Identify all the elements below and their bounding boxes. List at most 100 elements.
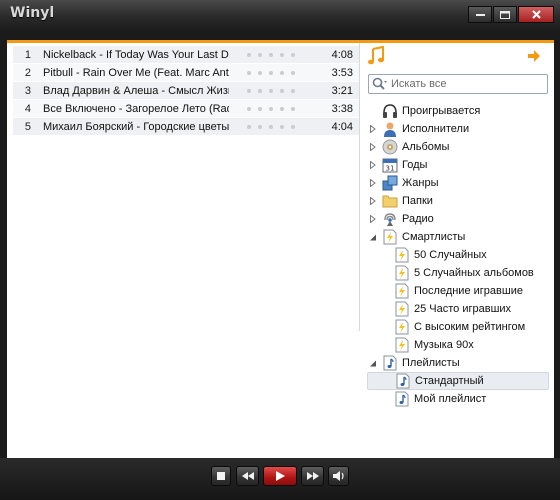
playlist-item[interactable]: Мой плейлист <box>367 390 549 408</box>
tree-item-label: Проигрывается <box>402 105 481 117</box>
tree-item-label: Годы <box>402 159 428 171</box>
track-number: 5 <box>24 120 31 133</box>
play-button[interactable] <box>263 466 297 486</box>
tree-item-label: Смартлисты <box>402 231 466 243</box>
search-input[interactable] <box>391 78 541 90</box>
expand-arrow-icon[interactable] <box>367 156 379 174</box>
track-duration: 3:53 <box>331 66 353 79</box>
maximize-icon <box>500 10 510 19</box>
rating-stars[interactable] <box>229 88 313 93</box>
volume-button[interactable] <box>328 466 349 486</box>
title-bar[interactable]: Winyl <box>0 0 560 30</box>
track-list[interactable]: 1 Nickelback - If Today Was Your Last Da… <box>13 46 359 136</box>
track-duration: 3:21 <box>331 84 353 97</box>
track-title: Влад Дарвин & Алеша - Смысл Жизни <box>43 84 229 97</box>
table-row[interactable]: 5 Михаил Боярский - Городские цветы 4:04 <box>13 118 359 136</box>
player-controls <box>0 458 560 500</box>
playlist-icon <box>395 373 411 389</box>
collapse-arrow-icon[interactable] <box>367 228 379 246</box>
tree-item-label: Жанры <box>402 177 439 189</box>
tree-item-now-playing[interactable]: Проигрывается <box>367 102 549 120</box>
music-note-icon[interactable] <box>367 46 385 66</box>
smartlist-item[interactable]: 50 Случайных <box>367 246 549 264</box>
next-button[interactable] <box>301 466 324 486</box>
window-title: Winyl <box>10 5 55 21</box>
previous-icon <box>241 472 254 480</box>
arrow-right-icon[interactable] <box>527 50 541 62</box>
panel-divider[interactable] <box>359 43 360 331</box>
expand-arrow-icon[interactable] <box>367 138 379 156</box>
smartlist-icon <box>382 229 398 245</box>
previous-button[interactable] <box>236 466 259 486</box>
smartlist-icon <box>394 283 410 299</box>
tree-item-smartlists[interactable]: Смартлисты <box>367 228 549 246</box>
expand-arrow-icon[interactable] <box>367 210 379 228</box>
tree-item-label: Радио <box>402 213 434 225</box>
smartlist-icon <box>394 337 410 353</box>
library-tree: Проигрывается Исполнители Альбомы 31 Год… <box>367 102 549 408</box>
minimize-button[interactable] <box>468 6 492 23</box>
expand-arrow-icon[interactable] <box>367 120 379 138</box>
expand-arrow-icon[interactable] <box>367 174 379 192</box>
stop-button[interactable] <box>211 466 231 486</box>
playlist-item-selected[interactable]: Стандартный <box>367 372 549 390</box>
main-panel: 1 Nickelback - If Today Was Your Last Da… <box>7 40 554 458</box>
search-icon <box>372 77 387 90</box>
table-row[interactable]: 1 Nickelback - If Today Was Your Last Da… <box>13 46 359 64</box>
tree-item-label: Мой плейлист <box>414 393 487 405</box>
playlist-icon <box>382 355 398 371</box>
track-duration: 4:04 <box>331 120 353 133</box>
next-icon <box>306 472 319 480</box>
tree-item-label: 25 Часто игравших <box>414 303 512 315</box>
rating-stars[interactable] <box>229 106 313 111</box>
folder-icon <box>382 193 398 209</box>
playlist-icon <box>394 391 410 407</box>
table-row[interactable]: 3 Влад Дарвин & Алеша - Смысл Жизни 3:21 <box>13 82 359 100</box>
play-icon <box>275 471 285 481</box>
cubes-icon <box>382 175 398 191</box>
window-controls <box>467 6 554 23</box>
collapse-arrow-icon[interactable] <box>367 354 379 372</box>
smartlist-item[interactable]: Последние игравшие <box>367 282 549 300</box>
minimize-icon <box>475 13 485 16</box>
tree-item-label: Стандартный <box>415 375 484 387</box>
table-row[interactable]: 4 Все Включено - Загорелое Лето (Radio E… <box>13 100 359 118</box>
rating-stars[interactable] <box>229 52 313 57</box>
close-button[interactable] <box>518 6 554 23</box>
headphones-icon <box>382 103 398 119</box>
tree-item-label: 50 Случайных <box>414 249 487 261</box>
tree-item-label: Альбомы <box>402 141 450 153</box>
calendar-icon: 31 <box>382 157 398 173</box>
cd-icon <box>382 139 398 155</box>
smartlist-item[interactable]: 25 Часто игравших <box>367 300 549 318</box>
table-row[interactable]: 2 Pitbull - Rain Over Me (Feat. Marc Ant… <box>13 64 359 82</box>
rating-stars[interactable] <box>229 124 313 129</box>
tree-item-label: Плейлисты <box>402 357 460 369</box>
track-number: 2 <box>24 66 31 79</box>
track-duration: 4:08 <box>331 48 353 61</box>
smartlist-item[interactable]: Музыка 90х <box>367 336 549 354</box>
tree-item-folders[interactable]: Папки <box>367 192 549 210</box>
tree-item-label: Папки <box>402 195 433 207</box>
rating-stars[interactable] <box>229 70 313 75</box>
track-title: Pitbull - Rain Over Me (Feat. Marc Antho… <box>43 66 229 79</box>
tree-item-albums[interactable]: Альбомы <box>367 138 549 156</box>
speaker-icon <box>332 471 344 481</box>
smartlist-item[interactable]: С высоким рейтингом <box>367 318 549 336</box>
tree-item-radio[interactable]: Радио <box>367 210 549 228</box>
smartlist-item[interactable]: 5 Случайных альбомов <box>367 264 549 282</box>
smartlist-icon <box>394 265 410 281</box>
track-number: 4 <box>24 102 31 115</box>
expand-arrow-icon[interactable] <box>367 192 379 210</box>
track-duration: 3:38 <box>331 102 353 115</box>
tree-item-years[interactable]: 31 Годы <box>367 156 549 174</box>
stop-icon <box>217 472 225 480</box>
track-title: Nickelback - If Today Was Your Last Day <box>43 48 229 61</box>
tree-item-playlists[interactable]: Плейлисты <box>367 354 549 372</box>
close-icon <box>531 10 541 19</box>
maximize-button[interactable] <box>493 6 517 23</box>
tree-item-artists[interactable]: Исполнители <box>367 120 549 138</box>
tree-item-label: 5 Случайных альбомов <box>414 267 534 279</box>
tree-item-genres[interactable]: Жанры <box>367 174 549 192</box>
search-box[interactable] <box>368 74 548 94</box>
